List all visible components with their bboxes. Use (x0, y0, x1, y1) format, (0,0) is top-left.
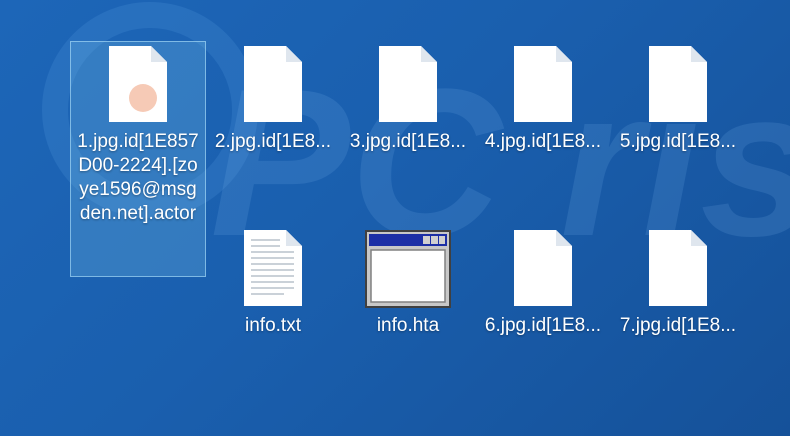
file-item[interactable]: 7.jpg.id[1E8... (611, 226, 745, 338)
encrypted-file-icon (206, 42, 340, 126)
file-name: 3.jpg.id[1E8... (349, 131, 467, 152)
file-name: 2.jpg.id[1E8... (214, 131, 332, 152)
file-name: info.txt (245, 315, 301, 336)
file-name: 6.jpg.id[1E8... (484, 315, 602, 336)
file-name: 5.jpg.id[1E8... (619, 131, 737, 152)
file-item[interactable]: 4.jpg.id[1E8... (476, 42, 610, 154)
encrypted-file-icon (476, 226, 610, 310)
file-item[interactable]: info.hta (341, 226, 475, 338)
file-item[interactable]: 1.jpg.id[1E857D00-2224].[zoye1596@msgden… (70, 41, 206, 277)
file-name: 1.jpg.id[1E857D00-2224].[zoye1596@msgden… (77, 131, 199, 224)
text-file-icon (206, 226, 340, 310)
file-item[interactable]: 3.jpg.id[1E8... (341, 42, 475, 154)
file-name: 7.jpg.id[1E8... (619, 315, 737, 336)
file-item[interactable]: 5.jpg.id[1E8... (611, 42, 745, 154)
encrypted-file-icon (341, 42, 475, 126)
file-item[interactable]: 2.jpg.id[1E8... (206, 42, 340, 154)
file-item[interactable]: info.txt (206, 226, 340, 338)
hta-application-icon (341, 226, 475, 310)
encrypted-file-icon (611, 42, 745, 126)
file-name: info.hta (376, 315, 440, 336)
encrypted-file-icon (611, 226, 745, 310)
encrypted-file-icon (476, 42, 610, 126)
file-name: 4.jpg.id[1E8... (484, 131, 602, 152)
file-item[interactable]: 6.jpg.id[1E8... (476, 226, 610, 338)
encrypted-file-icon (71, 42, 205, 126)
